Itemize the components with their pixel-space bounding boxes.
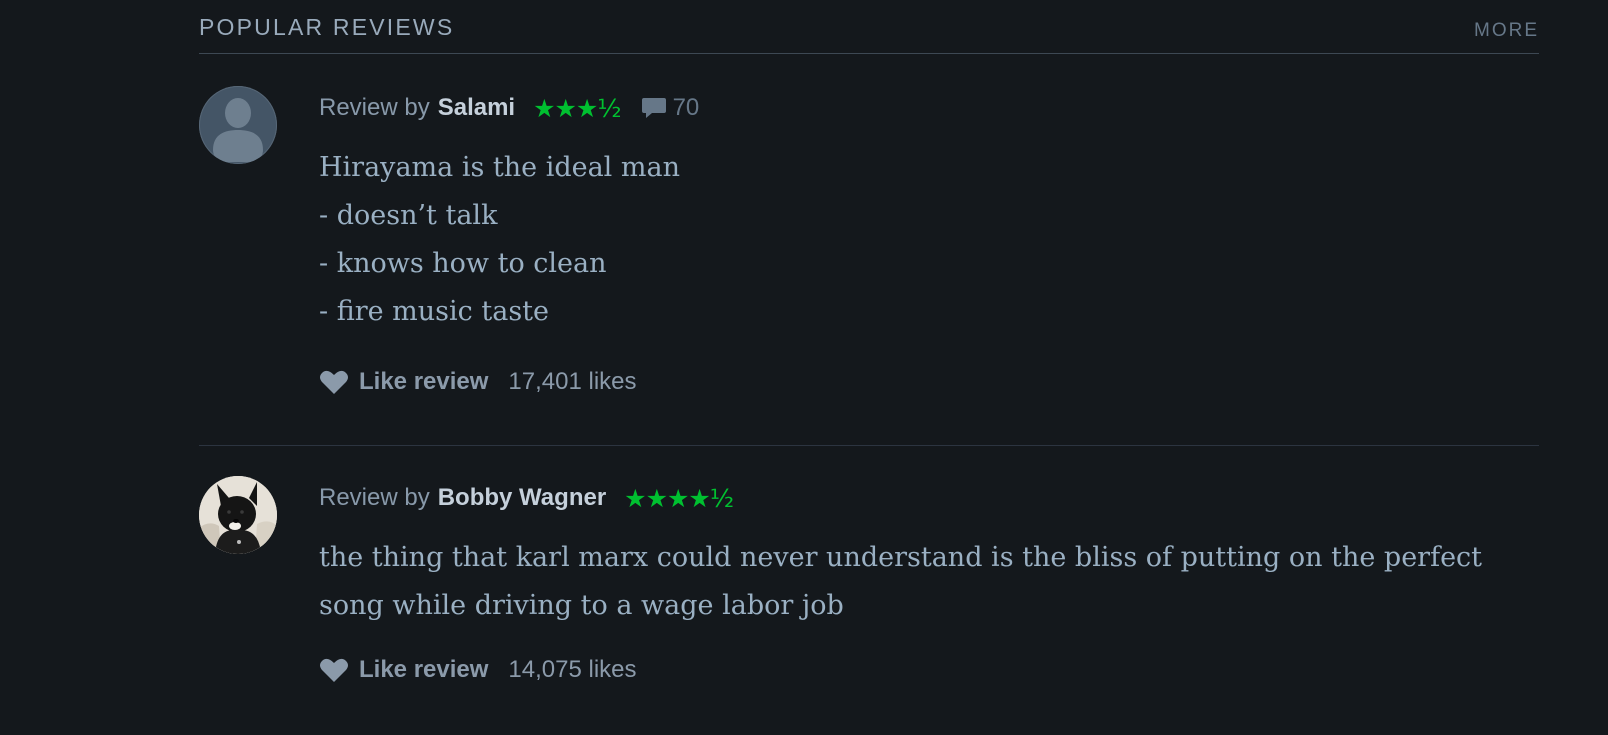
like-row: Like review 17,401 likes [319,368,637,396]
comments-link[interactable]: 70 [641,94,700,122]
review-line: song while driving to a wage labor job [319,590,844,621]
comment-count: 70 [672,94,700,121]
review-author-link[interactable]: Bobby Wagner [438,484,606,512]
dog-photo-avatar [199,476,277,554]
like-review-label: Like review [359,656,489,683]
rating-stars: ★★★½ [533,93,621,123]
reviewer-avatar[interactable] [199,476,277,554]
like-review-button[interactable]: Like review [319,656,488,684]
section-title[interactable]: POPULAR REVIEWS [199,14,454,41]
heart-icon [320,658,348,682]
speech-bubble-icon [641,98,666,118]
review-text: Hirayama is the ideal man - doesn’t talk… [319,144,1539,336]
reviewer-avatar[interactable] [199,86,277,164]
review-by-label: Review by [319,484,430,511]
review-attribution: Review by Salami ★★★½ 70 [319,92,1539,124]
review-text: the thing that karl marx could never und… [319,534,1539,630]
review-line: - doesn’t talk [319,200,498,231]
review-body: Review by Bobby Wagner ★★★★½ the thing t… [319,482,1539,630]
review-line: the thing that karl marx could never und… [319,542,1483,573]
review-line: Hirayama is the ideal man [319,152,680,183]
review-attribution: Review by Bobby Wagner ★★★★½ [319,482,1539,514]
heart-icon [320,370,348,394]
like-review-button[interactable]: Like review [319,368,488,396]
likes-count[interactable]: 17,401 likes [508,368,636,396]
like-row: Like review 14,075 likes [319,656,637,684]
review-line: - knows how to clean [319,248,607,279]
review-line: - fire music taste [319,296,550,327]
likes-count[interactable]: 14,075 likes [508,656,636,684]
person-silhouette-icon [213,98,263,162]
more-link[interactable]: MORE [1474,20,1539,42]
rating-stars: ★★★★½ [624,483,734,513]
section-header: POPULAR REVIEWS MORE [199,0,1539,54]
like-review-label: Like review [359,368,489,395]
review-body: Review by Salami ★★★½ 70 Hirayama is the… [319,92,1539,336]
review-by-label: Review by [319,94,430,121]
review-item: Review by Bobby Wagner ★★★★½ the thing t… [199,446,1539,735]
review-author-link[interactable]: Salami [438,94,515,122]
